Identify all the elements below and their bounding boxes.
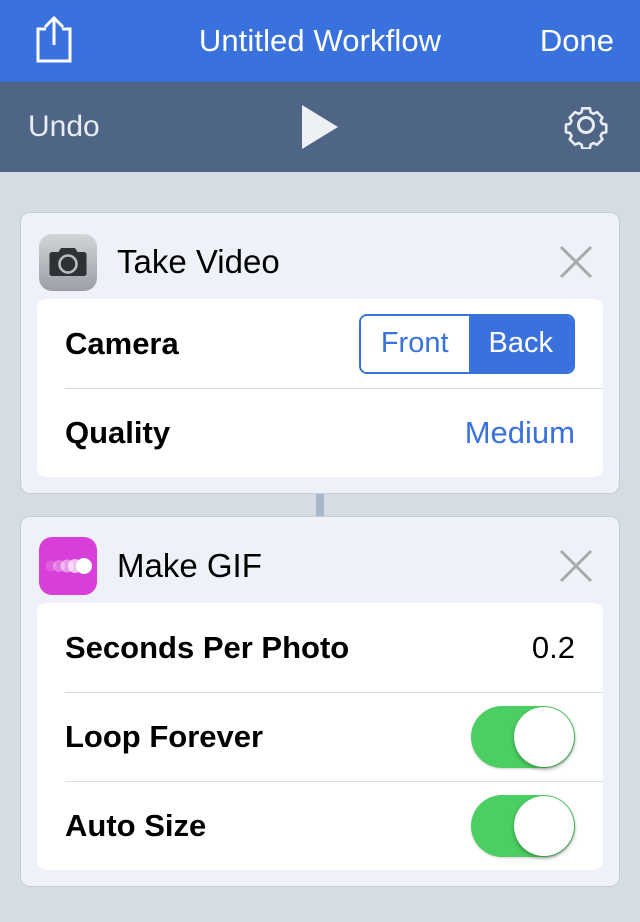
seconds-per-photo-value[interactable]: 0.2 [532,630,575,666]
parameter-label: Seconds Per Photo [65,629,350,665]
action-header: Make GIF [37,533,603,599]
action-title: Make GIF [117,547,262,584]
play-icon [302,105,338,149]
action-parameters: Camera Front Back Quality Medium [37,299,603,477]
close-icon [559,549,593,583]
parameter-label: Camera [65,325,179,361]
gif-dots-icon [39,537,97,595]
camera-icon [39,233,97,291]
action-card-take-video[interactable]: Take Video Camera Front Back Quality Med… [20,212,620,494]
parameter-row-loop-forever[interactable]: Loop Forever [37,692,603,781]
close-icon [559,245,593,279]
undo-button[interactable]: Undo [28,110,100,144]
segment-back[interactable]: Back [468,315,573,372]
toggle-knob [514,795,574,856]
parameter-label: Auto Size [65,807,207,843]
auto-size-toggle[interactable] [471,794,575,857]
remove-action-button[interactable] [553,239,599,285]
loop-forever-toggle[interactable] [471,705,575,768]
gear-icon [562,101,610,154]
action-connector [316,494,324,516]
app-screen: Untitled Workflow Done Undo Take Video C… [0,0,640,922]
parameter-row-seconds-per-photo[interactable]: Seconds Per Photo 0.2 [37,603,603,692]
segment-front[interactable]: Front [360,315,469,372]
action-card-make-gif[interactable]: Make GIF Seconds Per Photo 0.2 Loop Fore… [20,516,620,887]
parameter-label: Loop Forever [65,718,264,754]
remove-action-button[interactable] [553,543,599,589]
quality-value[interactable]: Medium [465,415,575,451]
parameter-label: Quality [65,414,171,450]
navigation-bar: Untitled Workflow Done [0,0,640,82]
share-button[interactable] [26,11,82,71]
settings-button[interactable] [560,101,612,153]
parameter-row-camera[interactable]: Camera Front Back [37,299,603,388]
action-parameters: Seconds Per Photo 0.2 Loop Forever Auto … [37,603,603,870]
action-title: Take Video [117,243,280,280]
done-button[interactable]: Done [540,23,614,59]
action-header: Take Video [37,229,603,295]
parameter-row-auto-size[interactable]: Auto Size [37,781,603,870]
editor-toolbar: Undo [0,82,640,172]
share-upload-icon [32,13,76,70]
parameter-row-quality[interactable]: Quality Medium [37,388,603,477]
run-button[interactable] [292,99,348,155]
toggle-knob [514,706,574,767]
camera-segmented-control[interactable]: Front Back [358,313,575,374]
workflow-canvas: Take Video Camera Front Back Quality Med… [0,172,640,887]
